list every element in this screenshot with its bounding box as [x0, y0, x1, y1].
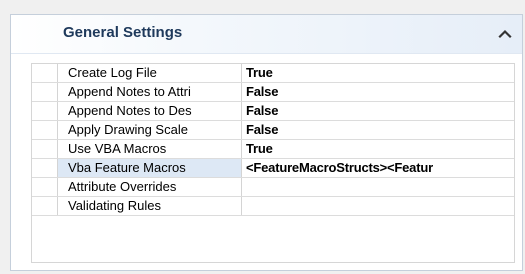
row-margin [32, 102, 58, 120]
property-row-apply-drawing-scale[interactable]: Apply Drawing Scale False [32, 121, 514, 140]
property-value[interactable]: True [242, 140, 514, 158]
property-name: Validating Rules [58, 197, 242, 215]
general-settings-panel: General Settings Create Log File True Ap… [10, 14, 523, 271]
property-value[interactable] [242, 197, 514, 215]
property-value[interactable]: False [242, 83, 514, 101]
section-header[interactable]: General Settings [11, 15, 522, 54]
property-row-create-log-file[interactable]: Create Log File True [32, 64, 514, 83]
property-value[interactable]: True [242, 64, 514, 82]
property-row-vba-feature-macros[interactable]: Vba Feature Macros <FeatureMacroStructs>… [32, 159, 514, 178]
property-name: Append Notes to Attri [58, 83, 242, 101]
section-title: General Settings [63, 24, 183, 41]
property-row-use-vba-macros[interactable]: Use VBA Macros True [32, 140, 514, 159]
row-margin [32, 178, 58, 196]
property-row-append-notes-to-attri[interactable]: Append Notes to Attri False [32, 83, 514, 102]
property-name: Apply Drawing Scale [58, 121, 242, 139]
row-margin [32, 159, 58, 177]
property-value[interactable]: <FeatureMacroStructs><Featur [242, 159, 514, 177]
property-row-attribute-overrides[interactable]: Attribute Overrides [32, 178, 514, 197]
property-grid: Create Log File True Append Notes to Att… [31, 63, 515, 263]
row-margin [32, 83, 58, 101]
row-margin [32, 121, 58, 139]
row-margin [32, 64, 58, 82]
property-name: Vba Feature Macros [58, 159, 242, 177]
row-margin [32, 140, 58, 158]
property-row-append-notes-to-des[interactable]: Append Notes to Des False [32, 102, 514, 121]
property-name: Append Notes to Des [58, 102, 242, 120]
property-row-validating-rules[interactable]: Validating Rules [32, 197, 514, 216]
row-margin [32, 197, 58, 215]
chevron-up-icon[interactable] [496, 25, 514, 43]
property-name: Use VBA Macros [58, 140, 242, 158]
property-name: Attribute Overrides [58, 178, 242, 196]
property-value[interactable]: False [242, 102, 514, 120]
property-name: Create Log File [58, 64, 242, 82]
property-value[interactable]: False [242, 121, 514, 139]
property-value[interactable] [242, 178, 514, 196]
